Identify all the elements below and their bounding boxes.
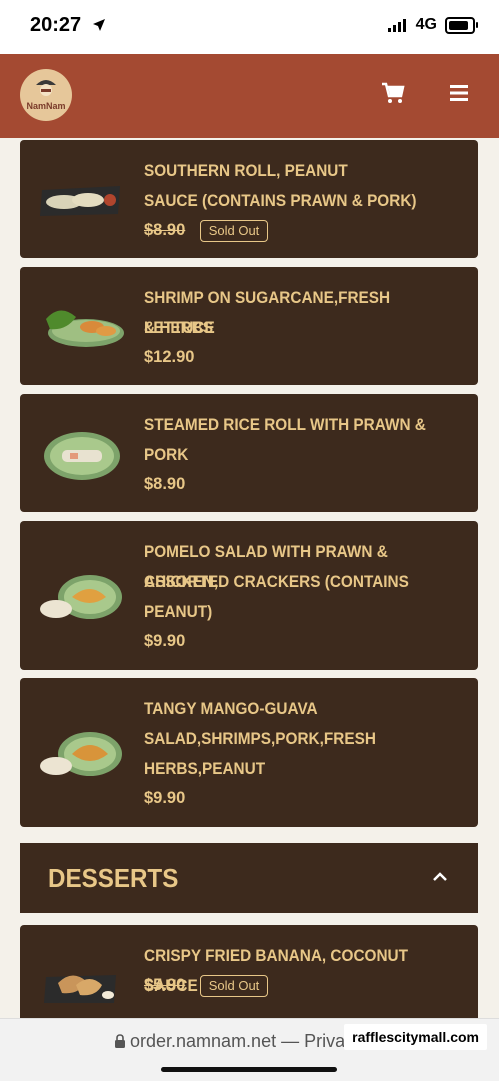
- home-indicator[interactable]: [161, 1067, 337, 1072]
- chevron-up-icon[interactable]: [432, 869, 448, 885]
- battery-fill: [449, 20, 468, 30]
- menu-item-card[interactable]: POMELO SALAD WITH PRAWN & CHICKEN, ASSOR…: [20, 521, 478, 670]
- signal-icon: [387, 18, 406, 32]
- shrimp-plate-icon: [46, 310, 124, 347]
- menu-item-card[interactable]: SHRIMP ON SUGARCANE,FRESH LETTUCE & HERB…: [20, 267, 478, 385]
- item-name-line: ASSORTED CRACKERS (CONTAINS: [144, 573, 409, 591]
- sold-out-badge: Sold Out: [200, 220, 268, 242]
- item-price: $9.90: [144, 632, 186, 650]
- chef-hat-icon: [36, 80, 56, 96]
- location-arrow-icon: [93, 19, 105, 31]
- battery-icon: [445, 16, 478, 34]
- item-name-line: SOUTHERN ROLL, PEANUT: [144, 162, 348, 180]
- item-name-line: PORK: [144, 446, 189, 464]
- spring-roll-plate-icon: [40, 186, 120, 216]
- desserts-section-header[interactable]: DESSERTS: [20, 843, 478, 913]
- item-price: $5.90: [144, 976, 186, 994]
- namnam-logo[interactable]: NamNam: [20, 69, 72, 121]
- url-text: order.namnam.net — Private: [130, 1031, 361, 1051]
- item-name-line: CRISPY FRIED BANANA, COCONUT SAUCE: [144, 947, 409, 995]
- section-title: DESSERTS: [48, 863, 179, 893]
- item-name-line: PEANUT): [144, 603, 213, 621]
- lock-icon: [115, 1034, 125, 1048]
- item-name-line: & HERBS: [144, 319, 214, 337]
- item-name-line: STEAMED RICE ROLL WITH PRAWN &: [144, 416, 426, 434]
- status-bar: 20:27 4G: [0, 0, 499, 54]
- menu-content: SOUTHERN ROLL, PEANUT SAUCE (CONTAINS PR…: [0, 138, 499, 1018]
- menu-icon[interactable]: [447, 81, 471, 105]
- menu-item-card[interactable]: TANGY MANGO-GUAVA SALAD,SHRIMPS,PORK,FRE…: [20, 678, 478, 827]
- item-name-line: TANGY MANGO-GUAVA: [144, 700, 318, 718]
- item-price: $8.90: [144, 221, 186, 239]
- logo-text: NamNam: [26, 101, 66, 111]
- status-time: 20:27: [30, 14, 82, 36]
- status-right: 4G: [387, 16, 478, 34]
- rice-roll-plate-icon: [44, 432, 120, 480]
- salad-plate-icon: [40, 575, 122, 619]
- site-header: NamNam: [0, 54, 499, 138]
- item-price: $9.90: [144, 789, 186, 807]
- menu-item-card[interactable]: SOUTHERN ROLL, PEANUT SAUCE (CONTAINS PR…: [20, 140, 478, 258]
- item-name-line: SAUCE (CONTAINS PRAWN & PORK): [144, 192, 417, 210]
- cart-icon[interactable]: [381, 81, 405, 105]
- watermark: rafflescitymall.com: [344, 1024, 487, 1050]
- sold-out-badge: Sold Out: [200, 975, 268, 997]
- item-price: $12.90: [144, 348, 195, 366]
- menu-item-card[interactable]: STEAMED RICE ROLL WITH PRAWN & PORK $8.9…: [20, 394, 478, 512]
- salad-plate-icon: [40, 732, 122, 776]
- item-price: $8.90: [144, 475, 186, 493]
- item-name-line: SALAD,SHRIMPS,PORK,FRESH: [144, 730, 376, 748]
- network-label: 4G: [415, 16, 437, 33]
- fried-banana-plate-icon: [44, 975, 116, 1003]
- item-name-line: HERBS,PEANUT: [144, 760, 266, 778]
- menu-item-card[interactable]: CRISPY FRIED BANANA, COCONUT SAUCE $5.90…: [20, 925, 478, 1018]
